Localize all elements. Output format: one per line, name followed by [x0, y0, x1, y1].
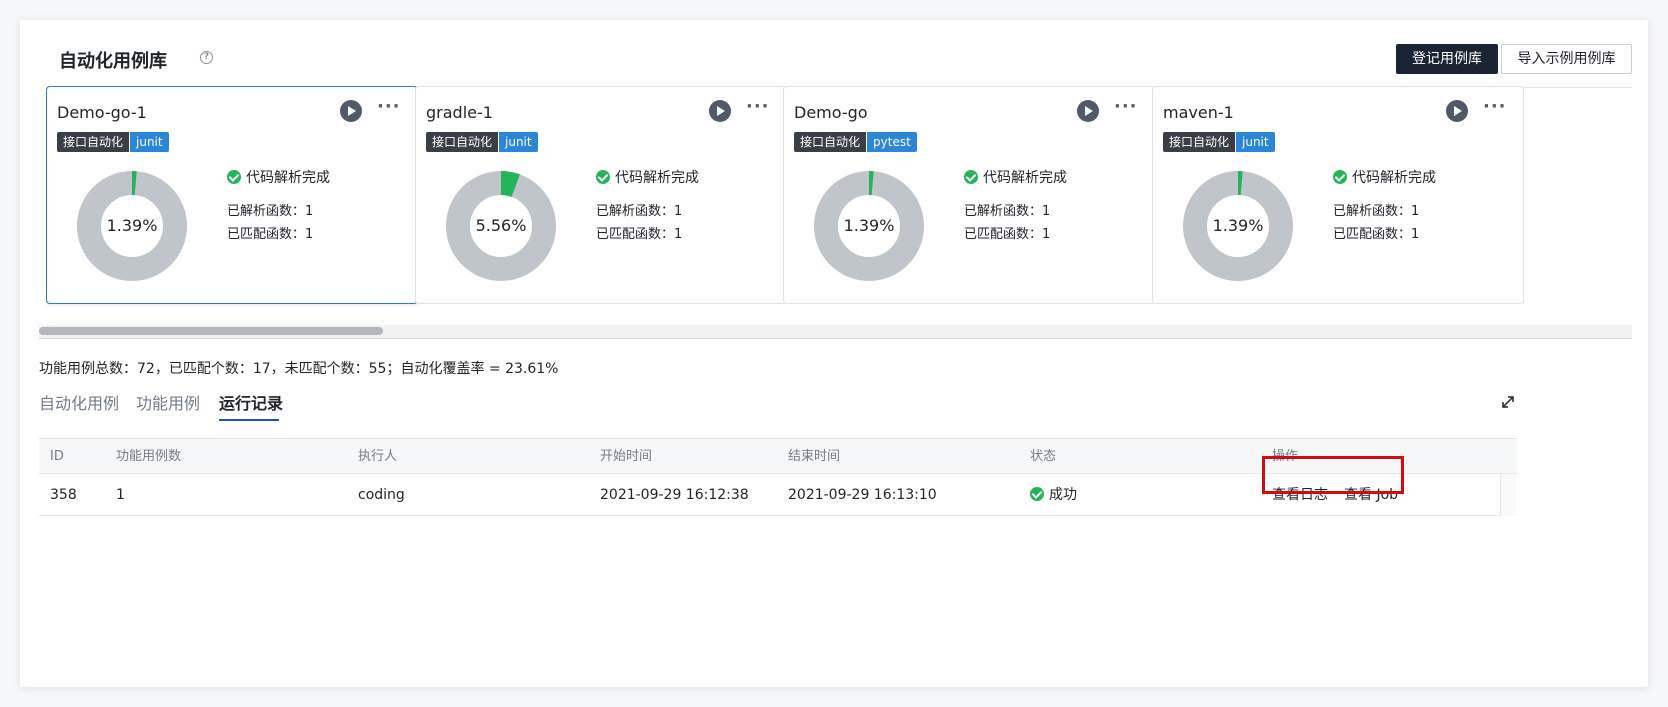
- tag-type: 接口自动化: [1163, 132, 1236, 152]
- coverage-summary: 功能用例总数：72，已匹配个数：17，未匹配个数：55；自动化覆盖率 = 23.…: [39, 361, 559, 377]
- column-header: 功能用例数: [116, 449, 182, 464]
- play-icon[interactable]: [1077, 100, 1099, 122]
- parse-status-text: 代码解析完成: [983, 170, 1067, 186]
- more-icon[interactable]: ···: [1483, 98, 1506, 122]
- check-circle-icon: [964, 170, 978, 184]
- column-header: 结束时间: [788, 449, 841, 464]
- matched-functions: 已匹配函数：1: [1333, 227, 1420, 242]
- parse-status-text: 代码解析完成: [615, 170, 699, 186]
- parsed-functions: 已解析函数：1: [227, 204, 314, 219]
- repo-card[interactable]: Demo-go ··· 接口自动化 pytest 1.39% 代码解析完成 已解…: [783, 86, 1155, 304]
- column-header: 开始时间: [600, 449, 653, 464]
- parse-status-text: 代码解析完成: [1352, 170, 1436, 186]
- tag-lang: junit: [1236, 132, 1275, 152]
- tag-lang: junit: [130, 132, 169, 152]
- column-header: ID: [50, 449, 64, 464]
- repo-card[interactable]: maven-1 ··· 接口自动化 junit 1.39% 代码解析完成 已解析…: [1152, 86, 1524, 304]
- parse-status: 代码解析完成: [596, 167, 699, 187]
- parsed-functions: 已解析函数：1: [964, 204, 1051, 219]
- coverage-percent: 1.39%: [106, 216, 158, 235]
- more-icon[interactable]: ···: [377, 98, 400, 122]
- tag-lang: pytest: [867, 132, 917, 152]
- repo-cards: Demo-go-1 ··· 接口自动化 junit 1.39% 代码解析完成 已…: [46, 86, 1614, 306]
- check-circle-icon: [1333, 170, 1347, 184]
- tag-type: 接口自动化: [57, 132, 130, 152]
- more-icon[interactable]: ···: [746, 98, 769, 122]
- coverage-percent: 5.56%: [475, 216, 527, 235]
- cell-start-time: 2021-09-29 16:12:38: [600, 487, 749, 503]
- table-vertical-scrollbar[interactable]: [1500, 474, 1516, 516]
- tab-functional-cases[interactable]: 功能用例: [136, 390, 200, 414]
- import-sample-repo-button[interactable]: 导入示例用例库: [1501, 44, 1632, 74]
- parse-status: 代码解析完成: [964, 167, 1067, 187]
- coverage-percent: 1.39%: [1212, 216, 1264, 235]
- repo-card[interactable]: Demo-go-1 ··· 接口自动化 junit 1.39% 代码解析完成 已…: [46, 86, 418, 304]
- tag-type: 接口自动化: [794, 132, 867, 152]
- matched-functions: 已匹配函数：1: [596, 227, 683, 242]
- expand-icon[interactable]: [1500, 394, 1516, 410]
- page-title: 自动化用例库: [59, 51, 167, 72]
- cell-id: 358: [50, 487, 77, 503]
- check-circle-icon: [596, 170, 610, 184]
- play-icon[interactable]: [340, 100, 362, 122]
- card-title: Demo-go: [794, 103, 868, 122]
- column-header: 执行人: [358, 449, 398, 464]
- parse-status-text: 代码解析完成: [246, 170, 330, 186]
- cell-end-time: 2021-09-29 16:13:10: [788, 487, 937, 503]
- highlight-box: [1262, 456, 1404, 494]
- more-icon[interactable]: ···: [1114, 98, 1137, 122]
- cell-status: 成功: [1030, 474, 1077, 516]
- card-title: Demo-go-1: [57, 103, 147, 122]
- page-header: 自动化用例库 ? 登记用例库 导入示例用例库: [59, 44, 1632, 88]
- repo-card[interactable]: gradle-1 ··· 接口自动化 junit 5.56% 代码解析完成 已解…: [415, 86, 787, 304]
- play-icon[interactable]: [709, 100, 731, 122]
- status-text: 成功: [1049, 487, 1077, 503]
- check-circle-icon: [227, 170, 241, 184]
- cards-horizontal-scrollbar[interactable]: [39, 325, 1632, 339]
- parsed-functions: 已解析函数：1: [1333, 204, 1420, 219]
- parse-status: 代码解析完成: [227, 167, 330, 187]
- parsed-functions: 已解析函数：1: [596, 204, 683, 219]
- cell-case-count: 1: [116, 487, 125, 503]
- parse-status: 代码解析完成: [1333, 167, 1436, 187]
- cell-executor: coding: [358, 487, 405, 503]
- check-circle-icon: [1030, 487, 1044, 501]
- play-icon[interactable]: [1446, 100, 1468, 122]
- tab-run-records[interactable]: 运行记录: [219, 390, 283, 414]
- active-tab-indicator: [219, 419, 279, 421]
- card-title: gradle-1: [426, 103, 493, 122]
- tag-lang: junit: [499, 132, 538, 152]
- scrollbar-thumb[interactable]: [39, 327, 383, 335]
- matched-functions: 已匹配函数：1: [964, 227, 1051, 242]
- matched-functions: 已匹配函数：1: [227, 227, 314, 242]
- tab-automation-cases[interactable]: 自动化用例: [39, 390, 119, 414]
- column-header: 状态: [1030, 449, 1057, 464]
- tag-type: 接口自动化: [426, 132, 499, 152]
- coverage-percent: 1.39%: [843, 216, 895, 235]
- help-icon[interactable]: ?: [200, 51, 213, 64]
- card-title: maven-1: [1163, 103, 1234, 122]
- register-repo-button[interactable]: 登记用例库: [1396, 44, 1498, 74]
